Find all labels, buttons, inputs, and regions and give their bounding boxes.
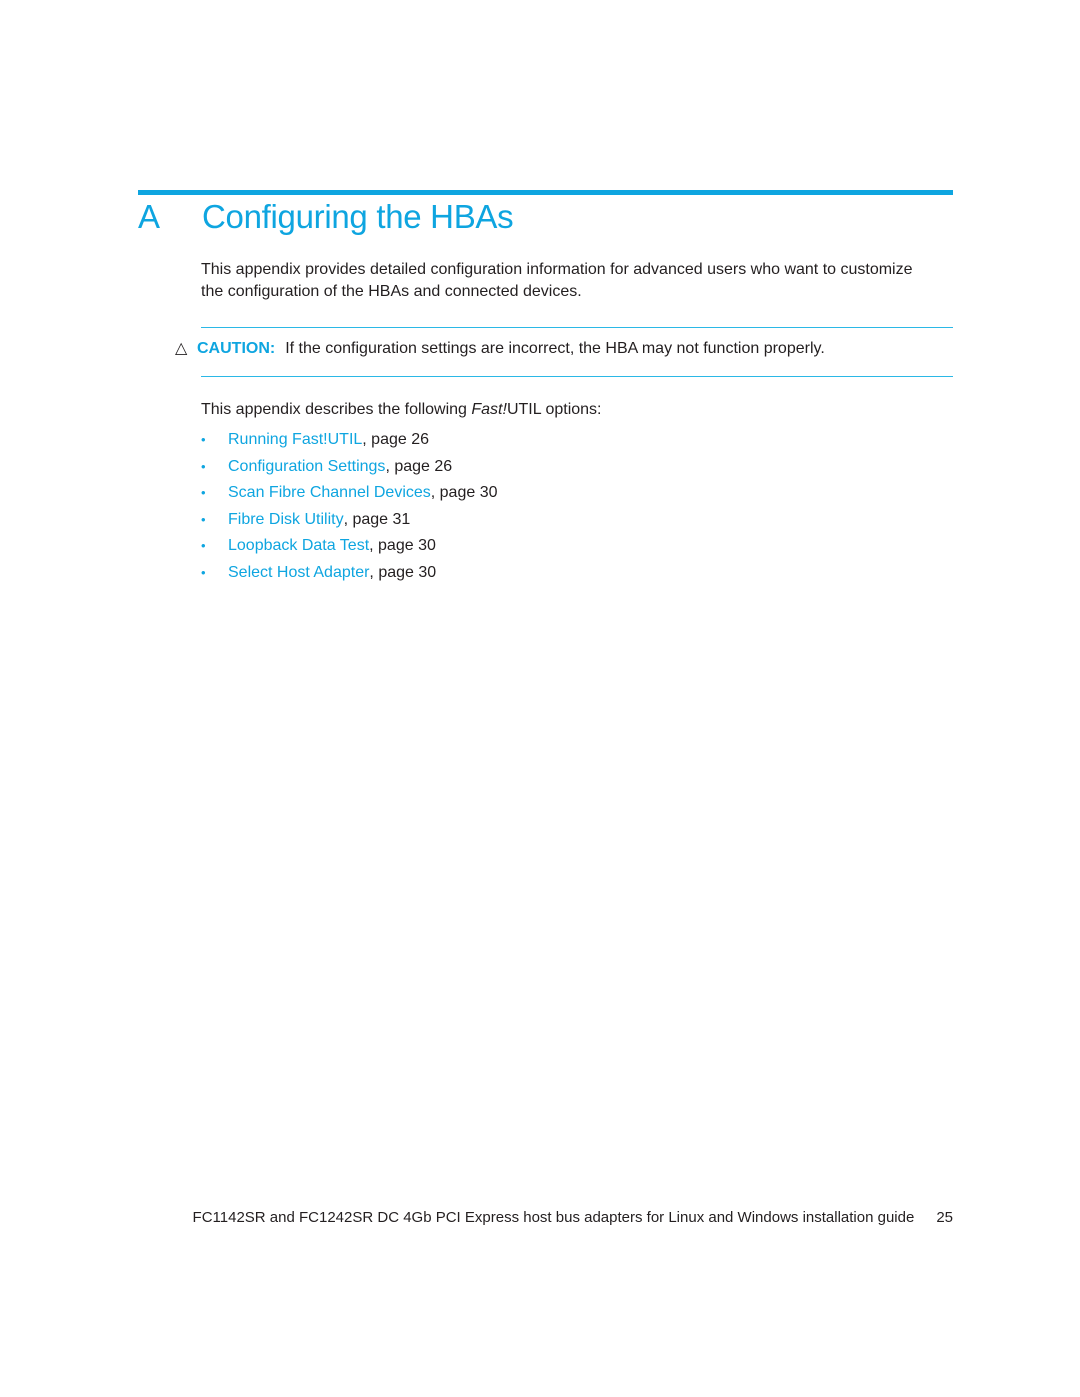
page-reference: , page 26 [362, 431, 430, 448]
options-intro-text: This appendix describes the following [201, 401, 472, 418]
options-intro: This appendix describes the following Fa… [201, 399, 602, 421]
caution-top-rule [201, 327, 953, 328]
bullet-icon: • [201, 538, 206, 553]
bullet-icon: • [201, 432, 206, 447]
bullet-icon: • [201, 564, 206, 580]
page-footer: FC1142SR and FC1242SR DC 4Gb PCI Express… [0, 1208, 953, 1228]
bullet-icon: • [201, 511, 206, 527]
link-select-host-adapter[interactable]: Select Host Adapter [228, 562, 369, 584]
chapter-heading: A Configuring the HBAs [138, 198, 514, 244]
page-reference: , page 30 [369, 563, 437, 581]
options-list: • Running Fast!UTIL, page 26 • Configura… [201, 429, 498, 588]
list-item: • Running Fast!UTIL, page 26 [201, 429, 498, 456]
list-item: • Scan Fibre Channel Devices, page 30 [201, 482, 498, 509]
caution-note: △ CAUTION: If the configuration settings… [175, 338, 825, 360]
caution-text: If the configuration settings are incorr… [285, 340, 825, 357]
options-intro-text-end: UTIL options: [506, 401, 602, 418]
link-configuration-settings[interactable]: Configuration Settings [228, 456, 385, 478]
bullet-icon: • [201, 458, 206, 474]
chapter-top-rule [138, 190, 953, 195]
page-reference: , page 26 [385, 457, 453, 475]
page-reference: , page 31 [343, 510, 411, 528]
link-fibre-disk-utility[interactable]: Fibre Disk Utility [228, 509, 344, 531]
page-reference: , page 30 [430, 484, 498, 501]
list-item: • Fibre Disk Utility, page 31 [201, 509, 498, 536]
bullet-icon: • [201, 485, 206, 500]
warning-triangle-icon: △ [175, 340, 188, 357]
page-number: 25 [936, 1209, 953, 1226]
chapter-title: Configuring the HBAs [202, 198, 514, 235]
link-scan-fibre-channel-devices[interactable]: Scan Fibre Channel Devices [228, 482, 431, 504]
list-item: • Loopback Data Test, page 30 [201, 535, 498, 562]
list-item: • Select Host Adapter, page 30 [201, 562, 498, 589]
intro-paragraph: This appendix provides detailed configur… [201, 261, 913, 300]
link-loopback-data-test[interactable]: Loopback Data Test [228, 535, 369, 557]
caution-label: CAUTION: [197, 340, 276, 357]
footer-document-title: FC1142SR and FC1242SR DC 4Gb PCI Express… [192, 1209, 915, 1226]
options-intro-emphasis: Fast! [471, 401, 507, 418]
link-running-fastutil[interactable]: Running Fast!UTIL [228, 429, 362, 451]
chapter-letter: A [138, 198, 160, 235]
caution-bottom-rule [201, 376, 953, 377]
list-item: • Configuration Settings, page 26 [201, 456, 498, 483]
page-reference: , page 30 [369, 537, 436, 554]
